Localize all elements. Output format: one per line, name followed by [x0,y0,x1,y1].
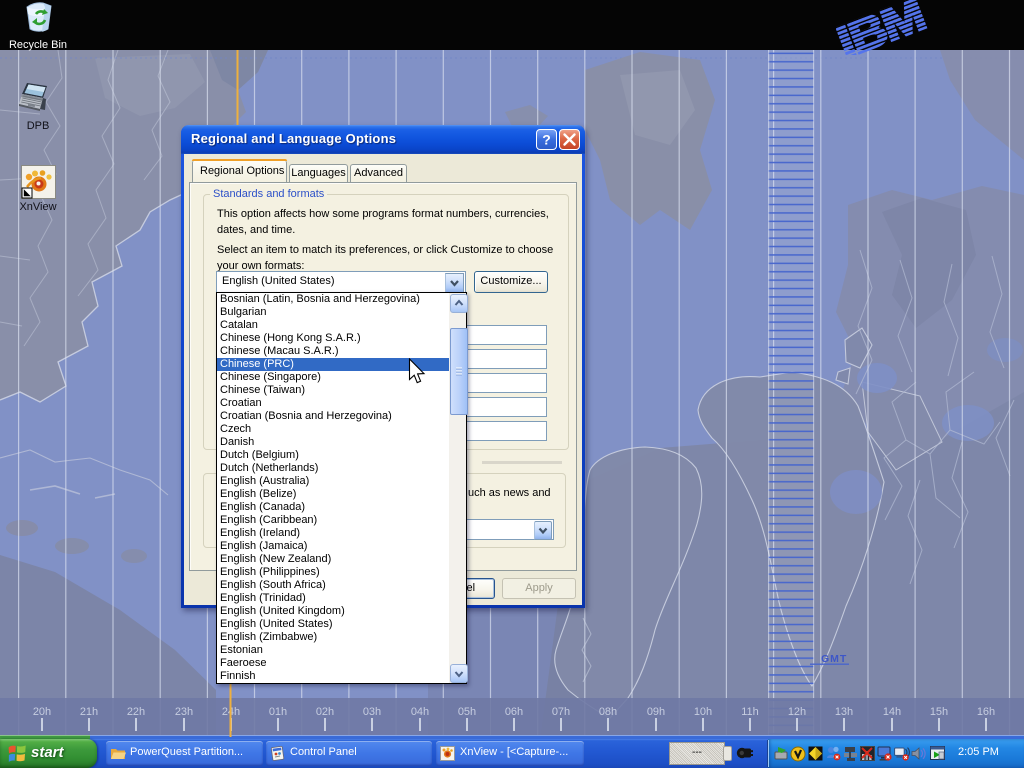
svg-text:22h: 22h [127,706,145,718]
svg-text:?: ? [542,132,551,148]
svg-text:03h: 03h [363,706,381,718]
svg-text:21h: 21h [80,706,98,718]
svg-text:IBM: IBM [836,0,931,55]
svg-text:15h: 15h [930,706,948,718]
svg-text:12h: 12h [788,706,806,718]
svg-text:23h: 23h [175,706,193,718]
svg-text:13h: 13h [835,706,853,718]
svg-text:02h: 02h [316,706,334,718]
svg-text:GMT: GMT [821,653,847,665]
svg-text:07h: 07h [552,706,570,718]
svg-text:10h: 10h [694,706,712,718]
svg-text:09h: 09h [647,706,665,718]
svg-text:01h: 01h [269,706,287,718]
svg-text:14h: 14h [883,706,901,718]
svg-text:08h: 08h [599,706,617,718]
svg-text:16h: 16h [977,706,995,718]
svg-text:11h: 11h [741,706,759,718]
svg-text:05h: 05h [458,706,476,718]
svg-text:04h: 04h [411,706,429,718]
svg-text:20h: 20h [33,706,51,718]
svg-text:06h: 06h [505,706,523,718]
